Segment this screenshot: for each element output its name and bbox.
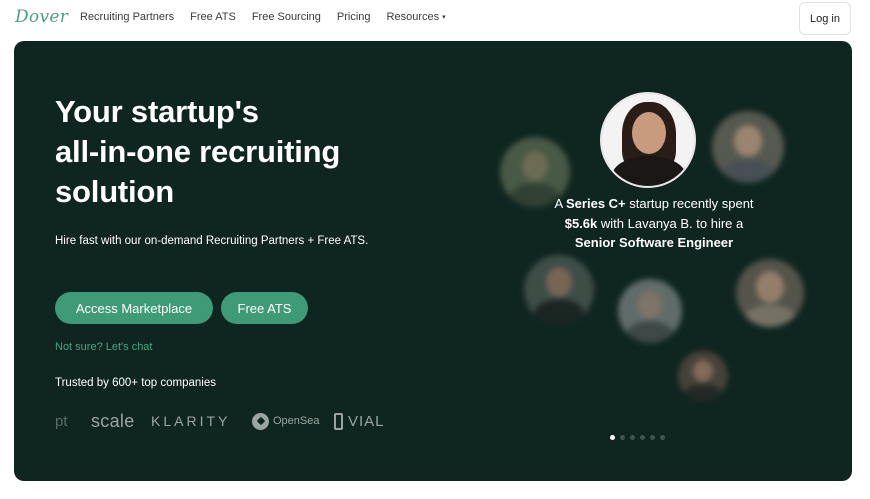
carousel-dot[interactable] [610,435,615,440]
recruiter-avatar [600,92,696,188]
nav-link-resources-label: Resources [386,11,440,23]
trusted-by-text: Trusted by 600+ top companies [55,377,216,389]
avatar-face [632,112,666,154]
free-ats-button[interactable]: Free ATS [221,292,308,324]
company-logo-vial: VIAL [334,407,385,435]
caption-text-c: with Lavanya B. to hire a [597,215,744,231]
caption-role: Senior Software Engineer [574,235,734,250]
dover-logo[interactable]: Dover [15,7,68,27]
caption-amount: $5.6k [564,215,598,231]
top-nav: Dover Recruiting Partners Free ATS Free … [0,0,870,38]
nav-link-free-sourcing[interactable]: Free Sourcing [252,11,321,23]
avatar-blurred [712,111,784,183]
headline-line-3: solution [55,174,174,209]
avatar-shoulders [612,156,686,186]
company-logo-opensea: OpenSea [252,407,319,435]
vial-icon [334,412,343,430]
opensea-icon [252,412,269,430]
carousel-dot[interactable] [660,435,665,440]
company-logo-scale: scale [91,410,135,431]
vial-wordmark: VIAL [348,412,385,430]
nav-link-free-ats[interactable]: Free ATS [190,11,236,23]
nav-links: Recruiting Partners Free ATS Free Sourci… [80,11,462,23]
carousel-dot[interactable] [640,435,645,440]
headline-line-1: Your startup's [55,94,259,129]
company-logo-klarity: KLARITY [151,413,231,429]
company-logo-pt: pt [55,412,68,430]
nav-link-recruiting-partners[interactable]: Recruiting Partners [80,11,174,23]
carousel-dots [610,435,665,440]
login-button[interactable]: Log in [799,2,851,35]
caption-stage: Series C+ [566,196,626,211]
avatar-blurred [678,351,728,401]
chevron-down-icon: ▾ [442,14,446,21]
avatar-blurred [524,255,594,325]
headline-line-2: all-in-one recruiting [55,134,341,169]
carousel-dot[interactable] [630,435,635,440]
hero-headline: Your startup's all-in-one recruiting sol… [55,92,415,212]
carousel-dot[interactable] [620,435,625,440]
caption-text-b: startup recently spent [625,196,754,211]
hero-section: Your startup's all-in-one recruiting sol… [14,41,852,481]
carousel-dot[interactable] [650,435,655,440]
company-logos: pt scale KLARITY OpenSea VIAL [55,407,385,435]
testimonial-caption: A Series C+ startup recently spent $5.6k… [554,194,754,253]
avatar-blurred [618,279,682,343]
nav-link-pricing[interactable]: Pricing [337,11,371,23]
hero-subtitle: Hire fast with our on-demand Recruiting … [55,235,369,247]
caption-text-a: A [554,196,567,211]
opensea-wordmark: OpenSea [273,415,320,427]
lets-chat-link[interactable]: Not sure? Let's chat [55,341,153,353]
avatar-blurred [736,259,804,327]
access-marketplace-button[interactable]: Access Marketplace [55,292,213,324]
nav-link-resources[interactable]: Resources ▾ [387,11,446,23]
